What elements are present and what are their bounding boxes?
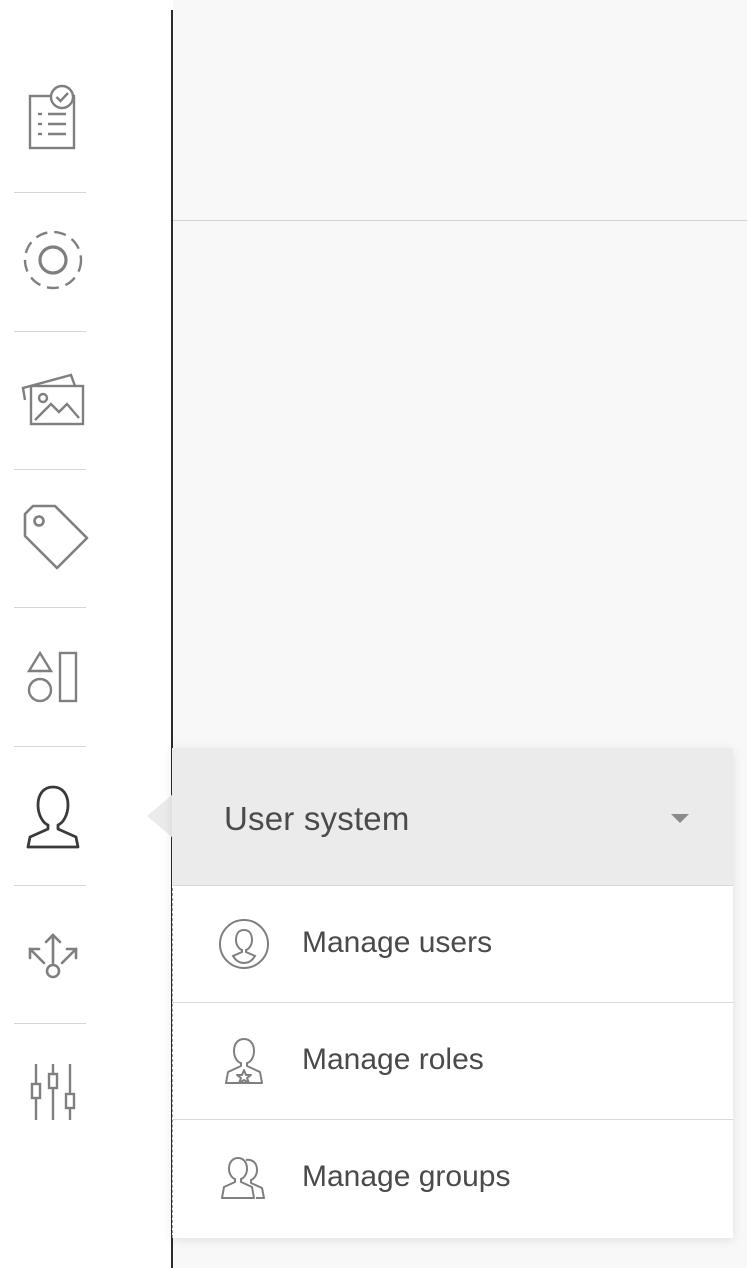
- image-gallery-icon: [21, 373, 85, 426]
- sidebar-item-shapes[interactable]: [10, 625, 96, 725]
- menu-item-label: Manage roles: [302, 1043, 484, 1076]
- menu-item-manage-groups[interactable]: Manage groups: [172, 1120, 733, 1236]
- sidebar-divider: [14, 746, 86, 747]
- sidebar-divider: [14, 885, 86, 886]
- flyout-pointer: [147, 794, 173, 838]
- sidebar-item-share[interactable]: [10, 903, 96, 1003]
- user-circle-icon: [219, 919, 269, 969]
- sidebar-divider: [14, 192, 86, 193]
- user-icon: [26, 785, 80, 849]
- menu-item-label: Manage users: [302, 926, 493, 959]
- chevron-down-icon[interactable]: [671, 814, 689, 823]
- sidebar-divider: [14, 469, 86, 470]
- sidebar-divider: [14, 607, 86, 608]
- menu-item-manage-users[interactable]: Manage users: [172, 886, 733, 1003]
- sliders-icon: [30, 1064, 76, 1120]
- sidebar-divider: [14, 1023, 86, 1024]
- tag-icon: [23, 504, 89, 570]
- user-group-icon: [221, 1157, 265, 1199]
- sidebar-rail: [0, 0, 172, 1268]
- sidebar-divider: [14, 331, 86, 332]
- sidebar-item-settings[interactable]: [10, 210, 96, 310]
- menu-title: User system: [224, 800, 410, 837]
- shapes-icon: [26, 650, 78, 703]
- main-header: [173, 0, 747, 221]
- sidebar-item-settings-sliders[interactable]: [10, 1040, 96, 1140]
- user-system-menu: User system Manage users Manage roles Ma…: [172, 748, 733, 1238]
- sidebar-item-checklist[interactable]: [10, 70, 96, 170]
- sidebar-item-images[interactable]: [10, 348, 96, 448]
- settings-circle-icon: [23, 230, 83, 290]
- sidebar-item-tags[interactable]: [10, 486, 96, 586]
- user-system-menu-header[interactable]: User system: [172, 748, 733, 886]
- user-star-icon: [225, 1038, 263, 1084]
- share-arrows-icon: [28, 933, 78, 979]
- menu-item-manage-roles[interactable]: Manage roles: [172, 1003, 733, 1120]
- menu-item-label: Manage groups: [302, 1160, 511, 1193]
- sidebar-item-user-system[interactable]: [10, 765, 96, 865]
- checklist-document-icon: [28, 84, 76, 150]
